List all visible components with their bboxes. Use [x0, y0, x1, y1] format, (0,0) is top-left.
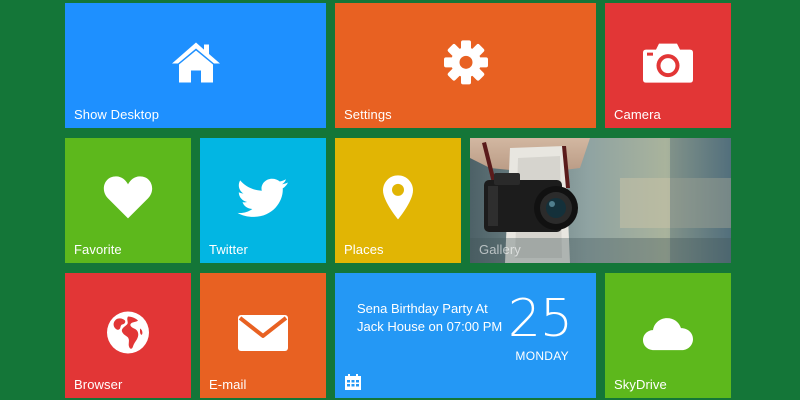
calendar-weekday: MONDAY	[515, 349, 569, 363]
tile-label: Camera	[614, 107, 661, 122]
envelope-icon	[237, 313, 289, 351]
tile-places[interactable]: Places	[335, 138, 461, 263]
tile-label: SkyDrive	[614, 377, 667, 392]
tile-gallery[interactable]: Gallery	[470, 138, 731, 263]
tile-label: Browser	[74, 377, 123, 392]
tile-favorite[interactable]: Favorite	[65, 138, 191, 263]
tile-skydrive[interactable]: SkyDrive	[605, 273, 731, 398]
tile-email[interactable]: E-mail	[200, 273, 326, 398]
calendar-event-line1: Sena Birthday Party At	[357, 301, 488, 316]
tile-label: Settings	[344, 107, 392, 122]
cloud-icon	[642, 315, 694, 351]
bird-icon	[237, 177, 289, 217]
heart-icon	[102, 174, 154, 220]
tile-camera[interactable]: Camera	[605, 3, 731, 128]
tile-label: Twitter	[209, 242, 248, 257]
tile-show-desktop[interactable]: Show Desktop	[65, 3, 326, 128]
tile-label: Gallery	[479, 242, 521, 257]
calendar-event: Sena Birthday Party At Jack House on 07:…	[357, 300, 507, 336]
tile-label: Favorite	[74, 242, 122, 257]
map-pin-icon	[382, 174, 414, 220]
calendar-day-number: 25	[507, 289, 573, 349]
tile-calendar[interactable]: Sena Birthday Party At Jack House on 07:…	[335, 273, 596, 398]
calendar-icon	[344, 373, 362, 391]
home-icon	[170, 40, 222, 84]
tile-settings[interactable]: Settings	[335, 3, 596, 128]
tile-browser[interactable]: Browser	[65, 273, 191, 398]
gear-icon	[443, 39, 489, 85]
globe-icon	[106, 310, 150, 354]
camera-icon	[642, 41, 694, 83]
tile-label: Show Desktop	[74, 107, 160, 122]
tile-label: Places	[344, 242, 384, 257]
tile-twitter[interactable]: Twitter	[200, 138, 326, 263]
tile-label: E-mail	[209, 377, 247, 392]
calendar-event-line2: Jack House on 07:00 PM	[357, 319, 503, 334]
